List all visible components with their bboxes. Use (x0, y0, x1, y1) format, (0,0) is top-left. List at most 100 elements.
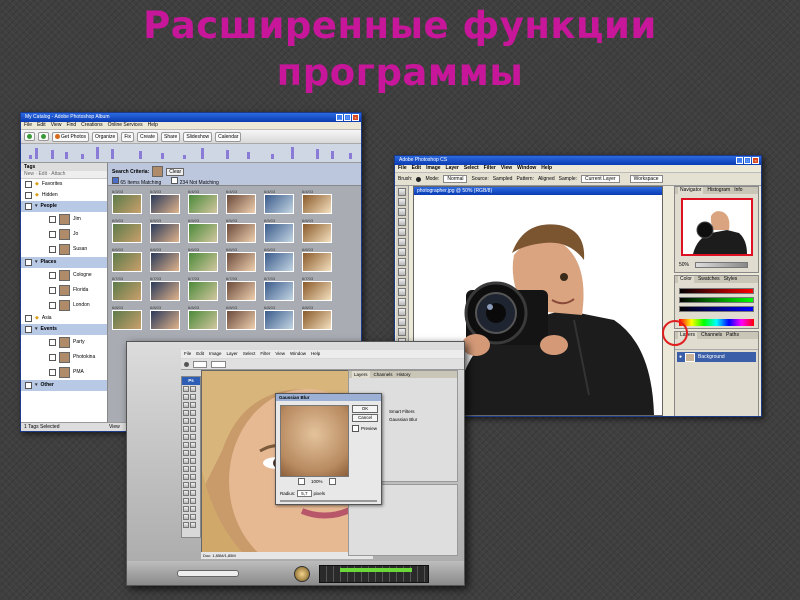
photo-thumbnail[interactable] (226, 252, 256, 272)
tool-button[interactable] (183, 458, 189, 464)
photo-cell[interactable]: 6/8/03 (188, 305, 223, 332)
photo-cell[interactable]: 6/8/03 (150, 305, 185, 332)
sampled-radio[interactable]: Sampled (493, 176, 513, 182)
tag-row[interactable]: Jo (21, 227, 107, 242)
tool-button[interactable] (183, 474, 189, 480)
photo-thumbnail[interactable] (264, 194, 294, 214)
tool-button[interactable] (398, 188, 406, 196)
tag-checkbox[interactable] (25, 326, 32, 333)
photo-cell[interactable]: 6/5/03 (264, 218, 299, 245)
menu-item[interactable]: File (184, 350, 191, 358)
mode-select[interactable]: Normal (443, 175, 468, 183)
tool-button[interactable] (190, 418, 196, 424)
tab-layers[interactable]: Layers (352, 371, 370, 378)
tag-checkbox[interactable] (49, 246, 56, 253)
tool-button[interactable] (190, 482, 196, 488)
photo-cell[interactable]: 6/7/03 (226, 276, 261, 303)
photo-thumbnail[interactable] (302, 252, 332, 272)
tool-button[interactable] (183, 450, 189, 456)
photo-cell[interactable]: 6/7/03 (150, 276, 185, 303)
photo-thumbnail[interactable] (226, 194, 256, 214)
photo-thumbnail[interactable] (226, 223, 256, 243)
photo-thumbnail[interactable] (264, 281, 294, 301)
photo-cell[interactable]: 6/4/03 (302, 189, 337, 216)
organize-button[interactable]: Organize (92, 131, 119, 142)
radius-slider[interactable] (280, 500, 377, 502)
cancel-button[interactable]: Cancel (352, 414, 378, 422)
tool-button[interactable] (190, 434, 196, 440)
photo-cell[interactable]: 6/7/03 (112, 276, 147, 303)
tab-histogram[interactable]: Histogram (707, 187, 730, 194)
radius-input[interactable]: 5,7 (297, 490, 312, 497)
view-label[interactable]: View (109, 423, 120, 431)
tool-button[interactable] (183, 506, 189, 512)
photo-thumbnail[interactable] (112, 223, 142, 243)
photo-thumbnail[interactable] (302, 281, 332, 301)
tag-row[interactable]: ▾ Other (21, 380, 107, 391)
photo-cell[interactable]: 6/5/03 (188, 218, 223, 245)
share-button[interactable]: Share (161, 131, 181, 142)
zoom-in-button[interactable] (328, 478, 336, 485)
tag-checkbox[interactable] (25, 315, 32, 322)
tag-row[interactable]: ▾ Events (21, 324, 107, 335)
close-button[interactable]: × (752, 157, 759, 164)
tag-row[interactable]: ◆ Asia (21, 313, 107, 324)
menu-item[interactable]: View (275, 350, 285, 358)
tool-button[interactable] (398, 258, 406, 266)
tool-button[interactable] (398, 228, 406, 236)
tool-button[interactable] (398, 318, 406, 326)
tag-row[interactable]: Photokina (21, 350, 107, 365)
photo-cell[interactable]: 6/8/03 (226, 305, 261, 332)
tool-button[interactable] (190, 506, 196, 512)
ps-title-bar[interactable]: Adobe Photoshop CS _ □ × (395, 156, 761, 165)
tab-color[interactable]: Color (678, 276, 694, 283)
photo-thumbnail[interactable] (264, 223, 294, 243)
fix-button[interactable]: Fix (121, 131, 134, 142)
photo-cell[interactable]: 6/7/03 (264, 276, 299, 303)
photo-thumbnail[interactable] (226, 281, 256, 301)
tag-checkbox[interactable] (49, 369, 56, 376)
smart-filters-item[interactable]: Smart Filters (389, 408, 453, 416)
tool-button[interactable] (398, 248, 406, 256)
photo-cell[interactable]: 6/6/03 (302, 247, 337, 274)
photo-cell[interactable]: 6/6/03 (112, 247, 147, 274)
photo-thumbnail[interactable] (302, 194, 332, 214)
tag-edit-button[interactable]: Edit (38, 171, 47, 177)
matching-checkbox[interactable] (112, 177, 119, 184)
tool-button[interactable] (398, 268, 406, 276)
tool-button[interactable] (190, 474, 196, 480)
menu-item[interactable]: Window (290, 350, 306, 358)
tool-button[interactable] (183, 466, 189, 472)
menu-item[interactable]: Find (66, 122, 76, 129)
not-matching-checkbox[interactable] (171, 177, 179, 184)
timeline[interactable] (21, 144, 361, 163)
tool-button[interactable] (190, 410, 196, 416)
get-photos-button[interactable]: Get Photos (52, 131, 90, 142)
photo-cell[interactable]: 6/6/03 (188, 247, 223, 274)
tool-button[interactable] (398, 208, 406, 216)
create-button[interactable]: Create (136, 131, 158, 142)
tool-button[interactable] (183, 498, 189, 504)
navigator-preview[interactable] (680, 198, 753, 256)
tool-button[interactable] (398, 288, 406, 296)
menu-item[interactable]: Select (243, 350, 256, 358)
photo-cell[interactable]: 6/7/03 (302, 276, 337, 303)
tag-row[interactable]: Party (21, 335, 107, 350)
photo-thumbnail[interactable] (188, 223, 218, 243)
green-slider[interactable] (679, 297, 754, 303)
photo-thumbnail[interactable] (188, 310, 218, 330)
menu-item[interactable]: Filter (484, 165, 496, 172)
photo-cell[interactable]: 6/4/03 (188, 189, 223, 216)
tool-button[interactable] (190, 514, 196, 520)
menu-item[interactable]: Edit (196, 350, 204, 358)
menu-item[interactable]: Window (517, 165, 536, 172)
back-button[interactable] (24, 132, 35, 141)
photo-cell[interactable]: 6/5/03 (226, 218, 261, 245)
tag-checkbox[interactable] (49, 339, 56, 346)
tool-button[interactable] (190, 490, 196, 496)
menu-item[interactable]: Edit (412, 165, 421, 172)
pattern-radio[interactable]: Pattern: (516, 176, 534, 182)
minimize-button[interactable]: _ (736, 157, 743, 164)
tool-button[interactable] (190, 426, 196, 432)
close-button[interactable]: × (352, 114, 359, 121)
